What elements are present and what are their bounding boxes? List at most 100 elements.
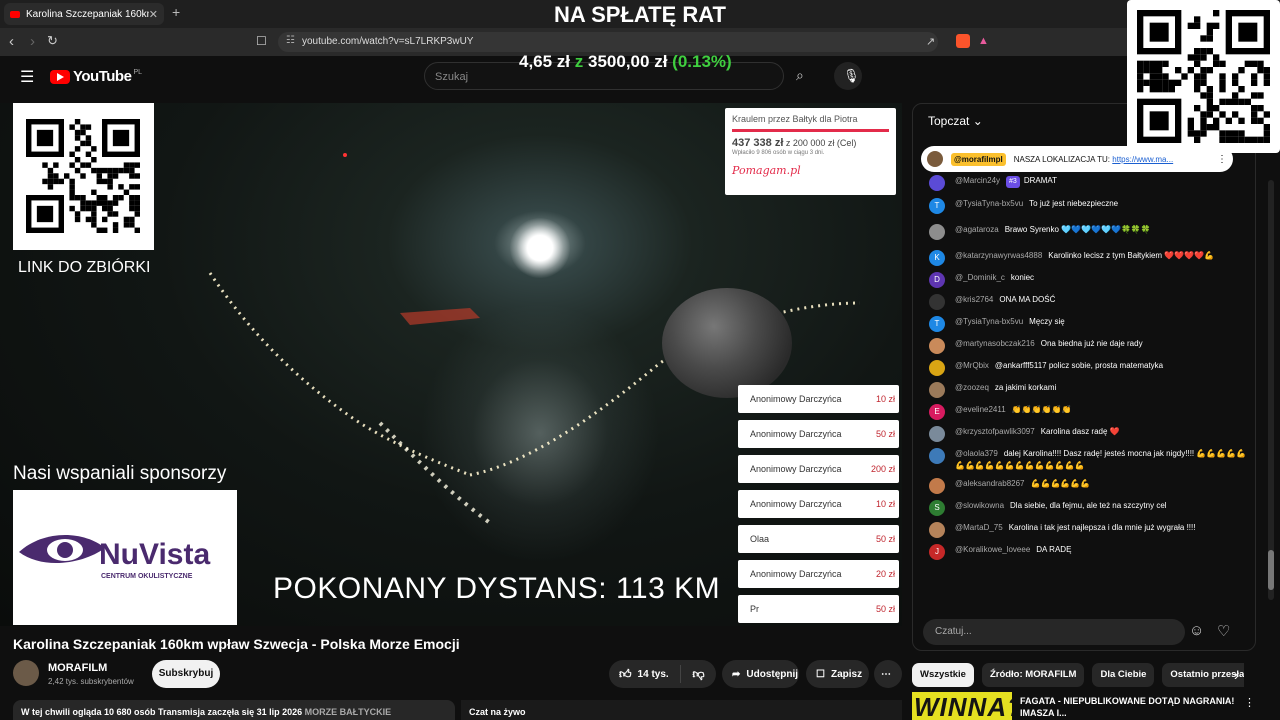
channel-name[interactable]: MORAFILM [48,662,107,674]
chat-avatar[interactable] [929,338,945,354]
related-video-title[interactable]: FAGATA - NIEPUBLIKOWANE DOTĄD NAGRANIA! … [1020,695,1240,719]
related-video-thumbnail[interactable]: WINNA? [912,692,1012,720]
more-actions-button[interactable]: ⋯ [874,660,902,688]
chat-message[interactable]: S @slowikowna Dla siebie, dla fejmu, ale t… [913,500,1255,516]
chat-author[interactable]: @MartaD_75 [955,523,1003,532]
chat-message[interactable]: @agataroza Brawo Syrenko 🩵💙🩵💙🩵💙🍀🍀🍀 [913,224,1255,240]
chat-author[interactable]: @_Dominik_c [955,273,1005,282]
brave-shield-icon[interactable] [956,34,970,48]
pinned-link[interactable]: https://www.ma... [1112,155,1173,164]
extension-triangle-icon[interactable]: ▲ [978,35,989,47]
chat-author[interactable]: @martynasobczak216 [955,339,1035,348]
chat-author[interactable]: @krzysztofpawlik3097 [955,427,1035,436]
share-page-icon[interactable]: ↗ [926,35,935,48]
chat-author[interactable]: @zoozeq [955,383,989,392]
chat-avatar[interactable] [929,224,945,240]
chat-avatar[interactable]: K [929,250,945,266]
reload-icon[interactable]: ↻ [47,33,58,49]
site-info-icon[interactable]: ☷ [286,35,295,46]
chat-author[interactable]: @TysiaTyna-bx5vu [955,317,1023,326]
filter-chip[interactable]: Wszystkie [912,663,974,687]
chat-message[interactable]: @MrQbix @ankarfff5117 policz sobie, prost… [913,360,1255,376]
close-tab-icon[interactable]: ✕ [149,8,158,21]
chat-author[interactable]: @Marcin24y [955,176,1000,185]
chat-message[interactable]: @krzysztofpawlik3097 Karolina dasz radę ❤… [913,426,1255,442]
chat-avatar[interactable] [929,522,945,538]
chat-message[interactable]: @kris2764 ONA MA DOŚĆ [913,294,1255,310]
like-button[interactable]: 👍︎ 14 tys. [609,665,681,683]
chat-mode-dropdown[interactable]: Topczat ⌄ [928,114,983,128]
emoji-icon[interactable]: ☺ [1189,622,1204,639]
chat-message[interactable]: D @_Dominik_c koniec [913,272,1255,288]
chat-author[interactable]: @MrQbix [955,361,989,370]
chat-message[interactable]: J @Koralikowe_loveee DA RADĘ [913,544,1255,560]
chat-message[interactable]: @Marcin24y #3 DRAMAT [913,175,1255,191]
chat-avatar[interactable]: J [929,544,945,560]
chat-author[interactable]: @slowikowna [955,501,1004,510]
forward-icon[interactable]: › [30,33,35,50]
qr-module [112,167,119,174]
chat-avatar[interactable] [929,175,945,191]
search-icon[interactable]: ⌕ [784,62,822,90]
chat-avatar[interactable] [929,448,945,464]
share-button[interactable]: ➦ Udostępnij [722,660,799,688]
youtube-logo[interactable]: YouTube PL [50,68,142,85]
hamburger-menu-icon[interactable]: ☰ [20,67,34,87]
chat-message[interactable]: @aleksandrab8267 💪💪💪💪💪💪 [913,478,1255,494]
chat-author[interactable]: @eveline2411 [955,405,1006,414]
bookmark-icon[interactable]: ☐ [256,34,267,48]
location-tag[interactable]: MORZE BAŁTYCKIE [305,707,392,717]
channel-avatar[interactable] [13,660,39,686]
chat-avatar[interactable]: D [929,272,945,288]
chat-message[interactable]: @martynasobczak216 Ona biedna już nie daj… [913,338,1255,354]
chat-message[interactable]: T @TysiaTyna-bx5vu To już jest niebezpiecz… [913,198,1255,214]
qr-module [1194,48,1201,55]
address-bar[interactable]: ☷ youtube.com/watch?v=sL7LRKP3wUY [278,32,938,52]
filter-chip[interactable]: Dla Ciebie [1092,663,1155,687]
heart-icon[interactable]: ♡ [1217,622,1230,640]
chat-avatar[interactable]: T [929,316,945,332]
chat-avatar[interactable] [929,426,945,442]
chat-avatar[interactable] [929,382,945,398]
chat-message[interactable]: @olaola379 dalej Karolina!!!! Dasz radę! … [913,448,1255,472]
qr-module [1219,111,1226,118]
qr-module [1206,98,1213,105]
chat-author[interactable]: @kris2764 [955,295,993,304]
chat-avatar[interactable]: E [929,404,945,420]
chevron-right-icon[interactable]: › [1234,667,1239,683]
dislike-button[interactable]: 👎︎ [681,667,716,682]
chat-author[interactable]: @aleksandrab8267 [955,479,1025,488]
browser-tab[interactable]: Karolina Szczepaniak 160km ✕ [4,3,164,25]
chat-avatar[interactable] [929,478,945,494]
chat-avatar[interactable]: S [929,500,945,516]
related-more-icon[interactable]: ⋮ [1244,696,1255,709]
qr-module [123,216,130,223]
chat-message[interactable]: @zoozeq za jakimi korkami [913,382,1255,398]
page-scrollbar[interactable] [1268,180,1274,600]
pinned-menu-icon[interactable]: ⋮ [1217,154,1227,165]
chat-avatar[interactable] [929,294,945,310]
chat-message[interactable]: T @TysiaTyna-bx5vu Męczy się [913,316,1255,332]
chat-author[interactable]: @olaola379 [955,449,998,458]
filter-chip[interactable]: Ostatnio przesłane [1162,663,1244,687]
chat-avatar[interactable] [929,360,945,376]
chat-input[interactable]: Czatuj... [923,619,1185,645]
chat-author[interactable]: @agataroza [955,225,999,234]
chat-author[interactable]: @katarzynawyrwas4888 [955,251,1042,260]
save-button[interactable]: ☐ Zapisz [806,660,869,688]
back-icon[interactable]: ‹ [9,33,14,50]
new-tab-button[interactable]: + [172,4,180,20]
chat-message[interactable]: E @eveline2411 👏👏👏👏👏👏 [913,404,1255,420]
video-info-bar[interactable]: W tej chwili ogląda 10 680 osób Transmis… [13,700,455,720]
subscribe-button[interactable]: Subskrybuj [152,660,220,688]
chat-message[interactable]: K @katarzynawyrwas4888 Karolinko lecisz z … [913,250,1255,266]
chat-message[interactable]: @MartaD_75 Karolina i tak jest najlepsza … [913,522,1255,538]
chat-avatar[interactable]: T [929,198,945,214]
donation-amount: 20 zł [875,569,895,579]
filter-chip[interactable]: Źródło: MORAFILM [981,663,1085,687]
live-chat-bar[interactable]: Czat na żywo [461,700,902,720]
scrollbar-thumb[interactable] [1268,550,1274,590]
chat-author[interactable]: @TysiaTyna-bx5vu [955,199,1023,208]
chat-author[interactable]: @Koralikowe_loveee [955,545,1030,554]
microphone-icon[interactable]: 🎙 [834,62,862,90]
